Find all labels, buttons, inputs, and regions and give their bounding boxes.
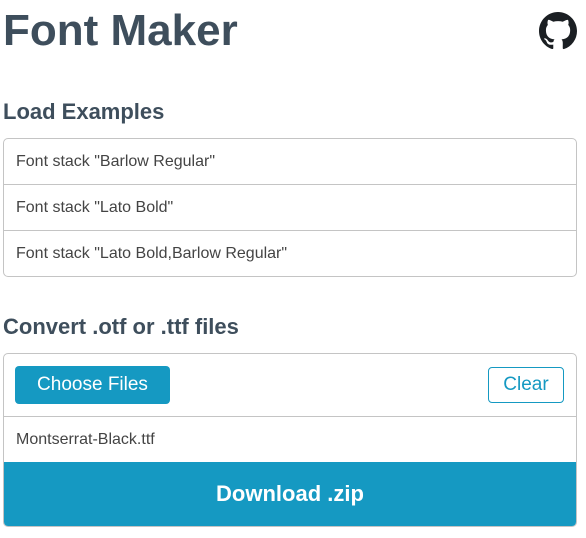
choose-files-button[interactable]: Choose Files (15, 366, 170, 404)
convert-heading: Convert .otf or .ttf files (3, 314, 239, 339)
convert-panel: Choose Files Clear Montserrat-Black.ttf … (3, 353, 577, 527)
load-examples-heading: Load Examples (3, 99, 165, 124)
clear-button[interactable]: Clear (488, 367, 564, 403)
example-item-lato-bold[interactable]: Font stack "Lato Bold" (4, 184, 576, 230)
example-item-barlow-regular[interactable]: Font stack "Barlow Regular" (4, 139, 576, 184)
app-title: Font Maker (3, 6, 238, 55)
download-zip-button[interactable]: Download .zip (4, 462, 576, 526)
github-icon (539, 12, 577, 50)
example-item-lato-bold-barlow-regular[interactable]: Font stack "Lato Bold,Barlow Regular" (4, 230, 576, 276)
file-list-item: Montserrat-Black.ttf (16, 431, 155, 448)
examples-list: Font stack "Barlow Regular" Font stack "… (3, 138, 577, 277)
file-toolbar: Choose Files Clear (4, 354, 576, 417)
github-link[interactable] (539, 12, 577, 50)
font-maker-page: Font Maker Load Examples Font stack "Bar… (0, 0, 586, 538)
